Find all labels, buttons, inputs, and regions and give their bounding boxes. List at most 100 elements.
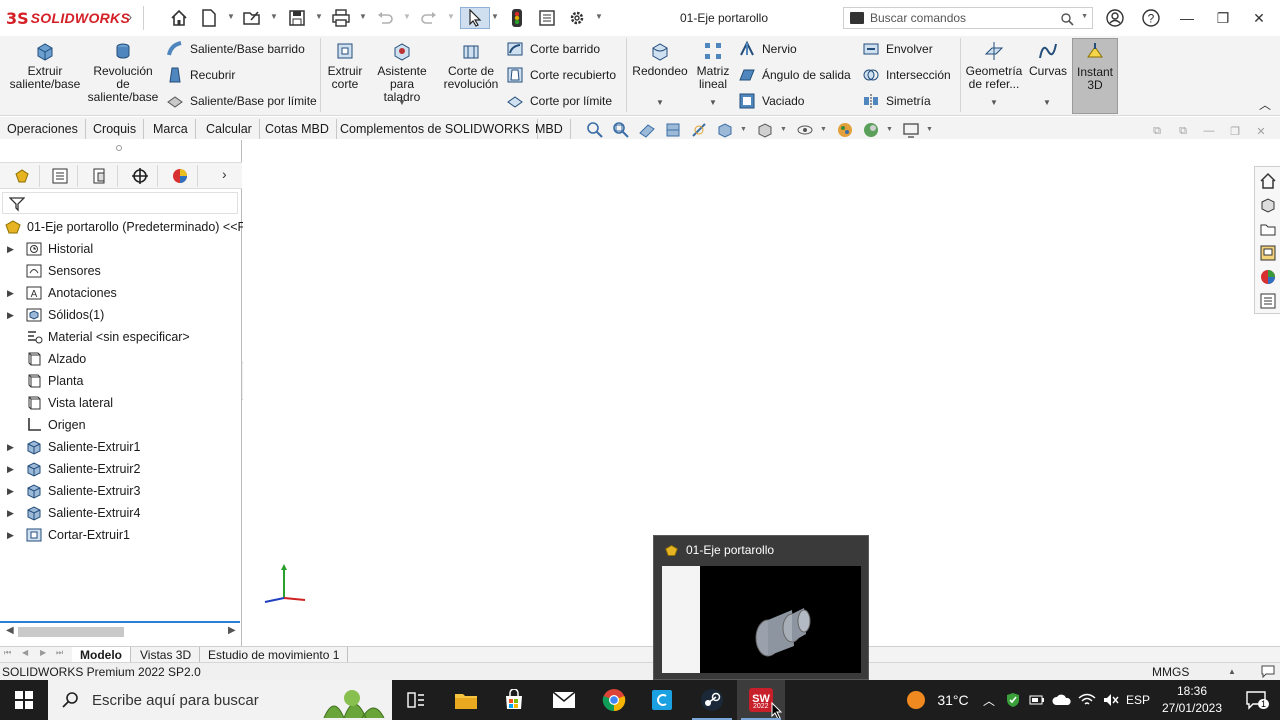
search-icon[interactable]	[1060, 12, 1074, 26]
solidworks-logo[interactable]: 3S SOLIDWORKS	[6, 8, 130, 28]
chevron-down-icon[interactable]: ▼	[447, 12, 455, 21]
tree-filter[interactable]	[2, 192, 238, 214]
file-explorer-icon[interactable]	[442, 680, 490, 720]
tree-root-part[interactable]: 01-Eje portarollo (Predeterminado) <<Pr	[0, 216, 250, 238]
wifi-icon[interactable]	[1076, 680, 1098, 720]
revolved-cut-button[interactable]: Corte de revolución	[440, 40, 502, 91]
displaymanager-tab[interactable]	[162, 165, 198, 187]
search-input[interactable]	[870, 11, 1060, 25]
chevron-down-icon[interactable]: ▼	[595, 12, 603, 21]
doc-close-icon[interactable]: ✕	[1252, 125, 1270, 139]
reference-geometry-button[interactable]: Geometría de refer...	[964, 40, 1024, 91]
chevron-down-icon[interactable]: ▼	[990, 98, 998, 107]
file-properties-icon[interactable]	[536, 7, 558, 29]
expand-arrow-icon[interactable]: ▶	[7, 442, 17, 453]
expand-arrow-icon[interactable]: ▶	[7, 508, 17, 519]
chevron-down-icon[interactable]: ▼	[926, 126, 933, 133]
zoom-to-area-icon[interactable]	[612, 121, 630, 139]
restore-icon[interactable]: ❐	[1208, 6, 1238, 30]
section-view-icon[interactable]	[664, 121, 682, 139]
horizontal-scrollbar[interactable]: ◀ ▶	[0, 624, 242, 640]
task-view-icon[interactable]	[392, 680, 440, 720]
input-language[interactable]: ESP	[1124, 680, 1152, 720]
security-shield-icon[interactable]	[1002, 680, 1024, 720]
chevron-down-icon[interactable]: ▼	[359, 12, 367, 21]
chevron-down-icon[interactable]: ▼	[886, 126, 893, 133]
tab-modelo[interactable]: Modelo	[72, 647, 131, 663]
options-gear-icon[interactable]	[566, 7, 588, 29]
chevron-down-icon[interactable]: ▼	[1043, 98, 1051, 107]
home-icon[interactable]	[168, 7, 190, 29]
chevron-down-icon[interactable]: ▼	[403, 12, 411, 21]
tree-item-historial[interactable]: ▶ Historial	[0, 238, 242, 260]
tree-item-saliente-extruir2[interactable]: ▶ Saliente-Extruir2	[0, 458, 242, 480]
chevron-down-icon[interactable]: ▼	[656, 98, 664, 107]
loft-boss-button[interactable]: Recubrir	[166, 64, 235, 86]
expand-arrow-icon[interactable]: ▶	[7, 530, 17, 541]
curves-button[interactable]: Curvas	[1028, 40, 1068, 78]
doc-restore-icon[interactable]: ❐	[1226, 125, 1244, 139]
taskbar-search-input[interactable]	[92, 691, 312, 709]
wrap-button[interactable]: Envolver	[862, 38, 933, 60]
fillet-button[interactable]: Redondeo	[630, 40, 690, 78]
battery-icon[interactable]	[1026, 680, 1048, 720]
chevron-down-icon[interactable]: ▼	[398, 98, 406, 107]
linear-pattern-button[interactable]: Matriz lineal	[694, 40, 732, 91]
mirror-button[interactable]: Simetría	[862, 90, 931, 112]
tree-item-anotaciones[interactable]: ▶ A Anotaciones	[0, 282, 242, 304]
search-commands-box[interactable]: ▼	[843, 7, 1093, 29]
hide-show-items-icon[interactable]	[796, 121, 814, 139]
edit-appearance-icon[interactable]	[836, 121, 854, 139]
chevron-down-icon[interactable]: ▼	[1081, 13, 1088, 20]
hole-wizard-button[interactable]: Asistente para taladro	[370, 40, 434, 104]
previous-tab-icon[interactable]: ◀	[22, 648, 28, 657]
draft-button[interactable]: Ángulo de salida	[738, 64, 851, 86]
appearances-scenes-icon[interactable]	[1259, 268, 1277, 286]
system-clock[interactable]: 18:36 27/01/2023	[1158, 683, 1226, 717]
previous-view-icon[interactable]	[638, 121, 656, 139]
canva-app-icon[interactable]	[638, 680, 686, 720]
tab-operaciones[interactable]: Operaciones	[0, 119, 86, 139]
tree-item-planta[interactable]: Planta	[0, 370, 242, 392]
unit-system[interactable]: MMGS	[1152, 665, 1189, 679]
lofted-cut-button[interactable]: Corte recubierto	[506, 64, 616, 86]
rebuild-traffic-light-icon[interactable]	[506, 7, 528, 29]
open-document-icon[interactable]	[241, 7, 263, 29]
chrome-icon[interactable]	[590, 680, 638, 720]
last-tab-icon[interactable]: ⏭	[56, 648, 63, 658]
display-style-icon[interactable]	[756, 121, 774, 139]
expand-arrow-icon[interactable]: ▶	[7, 288, 17, 299]
quick-tips-icon[interactable]	[1260, 664, 1276, 678]
custom-properties-icon[interactable]	[1259, 292, 1277, 310]
file-explorer-icon[interactable]	[1259, 220, 1277, 238]
tab-calcular[interactable]: Calcular	[199, 119, 260, 139]
propertymanager-tab[interactable]	[42, 165, 78, 187]
view-orientation-icon[interactable]	[716, 121, 734, 139]
tab-complementos[interactable]: Complementos de SOLIDWORKS	[333, 119, 538, 139]
redo-icon[interactable]	[418, 7, 440, 29]
dynamic-annotation-icon[interactable]	[690, 121, 708, 139]
panel-grip-icon[interactable]	[116, 145, 122, 151]
tab-mbd[interactable]: MBD	[528, 119, 571, 139]
next-tab-icon[interactable]: ▶	[40, 648, 46, 657]
show-hidden-icons-chevron-icon[interactable]: ︿	[978, 680, 1000, 720]
dimxpert-tab[interactable]	[122, 165, 158, 187]
scroll-thumb[interactable]	[18, 627, 124, 637]
tree-item-sensores[interactable]: Sensores	[0, 260, 242, 282]
tab-marca[interactable]: Marca	[146, 119, 196, 139]
boundary-boss-button[interactable]: Saliente/Base por límite	[166, 90, 317, 112]
instant3d-button[interactable]: Instant 3D	[1072, 38, 1118, 114]
minimize-icon[interactable]: —	[1172, 6, 1202, 30]
solidworks-taskbar-icon[interactable]: SW 2022	[737, 680, 785, 720]
tile-right-icon[interactable]: ⧉	[1174, 125, 1192, 139]
chevron-down-icon[interactable]: ▼	[780, 126, 787, 133]
save-icon[interactable]	[286, 7, 308, 29]
tree-item-cortar-extruir1[interactable]: ▶ Cortar-Extruir1	[0, 524, 242, 546]
zoom-to-fit-icon[interactable]	[586, 121, 604, 139]
scroll-left-icon[interactable]: ◀	[6, 625, 14, 636]
rib-button[interactable]: Nervio	[738, 38, 797, 60]
tab-cotas-mbd[interactable]: Cotas MBD	[258, 119, 337, 139]
chevron-down-icon[interactable]: ▼	[227, 12, 235, 21]
help-icon[interactable]: ?	[1140, 7, 1162, 29]
chevron-down-icon[interactable]: ▼	[740, 126, 747, 133]
